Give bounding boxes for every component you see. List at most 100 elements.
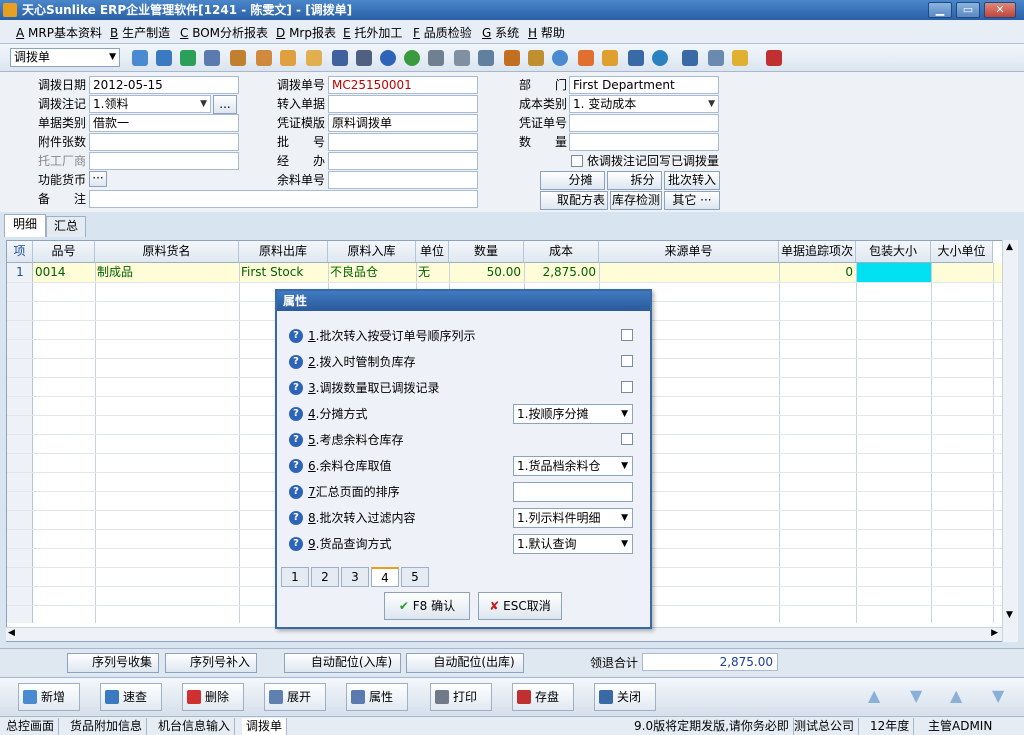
menu-mrp-basic[interactable]: A MRP基本资料 — [16, 24, 102, 41]
option-6-select[interactable]: 1.货品档余料仓 ▼ — [513, 456, 633, 476]
serial-fill-button[interactable]: 序列号补入 — [165, 653, 257, 673]
col-in[interactable]: 原料入库 — [328, 241, 416, 263]
cell-src[interactable] — [601, 263, 777, 282]
cell-unit[interactable]: 无 — [418, 263, 447, 282]
tab-summary[interactable]: 汇总 — [46, 216, 86, 237]
cell-cost[interactable]: 2,875.00 — [524, 263, 596, 282]
cell-in[interactable]: 不良品仓 — [330, 263, 414, 282]
dialog-tab-5[interactable]: 5 — [401, 567, 429, 587]
option-5-checkbox[interactable] — [621, 433, 633, 445]
col-src[interactable]: 来源单号 — [599, 241, 779, 263]
x-box-icon[interactable] — [708, 50, 724, 66]
dialog-tab-2[interactable]: 2 — [311, 567, 339, 587]
home-icon[interactable] — [256, 50, 272, 66]
menu-help[interactable]: H 帮助 — [528, 24, 565, 41]
col-trace[interactable]: 单据追踪项次 — [779, 241, 856, 263]
delete-button[interactable]: 删除 — [182, 683, 244, 711]
key-icon[interactable] — [356, 50, 372, 66]
cell-pack-selected[interactable] — [856, 263, 931, 282]
stock-check-button[interactable]: 库存检测 — [610, 191, 662, 210]
auto-out-button[interactable]: 自动配位(出库) — [406, 653, 524, 673]
cell-trace[interactable]: 0 — [779, 263, 853, 282]
cell-out[interactable]: First Stock — [241, 263, 326, 282]
print-button[interactable]: 打印 — [430, 683, 492, 711]
col-out[interactable]: 原料出库 — [239, 241, 328, 263]
prev-record-icon[interactable]: ▼ — [910, 686, 922, 705]
voucher-no-field[interactable] — [569, 114, 719, 132]
post-select[interactable]: 1.领料 ▼ — [89, 95, 211, 113]
option-3-checkbox[interactable] — [621, 381, 633, 393]
col-name[interactable]: 原料货名 — [95, 241, 239, 263]
book-icon[interactable] — [332, 50, 348, 66]
scroll-right-icon[interactable]: ▶ — [991, 628, 998, 638]
option-2-checkbox[interactable] — [621, 355, 633, 367]
doc-type-select[interactable]: 调拨单 ▼ — [10, 48, 120, 67]
dialog-tab-3[interactable]: 3 — [341, 567, 369, 587]
next-record-icon[interactable]: ▲ — [950, 686, 962, 705]
option-7-input[interactable] — [513, 482, 633, 502]
option-1-checkbox[interactable] — [621, 329, 633, 341]
exit-icon[interactable] — [766, 50, 782, 66]
last-record-icon[interactable]: ▼ — [992, 686, 1004, 705]
option-8-select[interactable]: 1.列示料件明细 ▼ — [513, 508, 633, 528]
col-idx[interactable]: 项 — [7, 241, 33, 263]
billtype-field[interactable]: 借款一 — [89, 114, 239, 132]
copy-icon[interactable] — [478, 50, 494, 66]
menu-production[interactable]: B 生产制造 — [110, 24, 170, 41]
quick-search-button[interactable]: 速查 — [100, 683, 162, 711]
voucher-tpl-field[interactable]: 原料调拨单 — [328, 114, 478, 132]
disassemble-button[interactable]: 拆分 — [607, 171, 662, 190]
close-button[interactable]: 关闭 — [594, 683, 656, 711]
tool-icon-1[interactable] — [132, 50, 148, 66]
col-pack[interactable]: 包装大小 — [856, 241, 931, 263]
box-icon[interactable] — [528, 50, 544, 66]
col-size-unit[interactable]: 大小单位 — [931, 241, 993, 263]
costtype-select[interactable]: 1. 变动成本 ▼ — [569, 95, 719, 113]
check-icon[interactable] — [552, 50, 568, 66]
first-record-icon[interactable]: ▲ — [868, 686, 880, 705]
grid-icon[interactable] — [504, 50, 520, 66]
no-field[interactable]: MC25150001 — [328, 76, 478, 94]
cascade-icon[interactable] — [732, 50, 748, 66]
vertical-scrollbar[interactable]: ▲ ▼ — [1002, 240, 1018, 642]
briefcase-icon[interactable] — [230, 50, 246, 66]
post-browse-button[interactable]: ... — [213, 95, 237, 114]
cell-size-unit[interactable] — [933, 263, 991, 282]
qty-field[interactable] — [569, 133, 719, 151]
close-window-button[interactable]: ✕ — [984, 2, 1016, 18]
properties-button[interactable]: 属性 — [346, 683, 408, 711]
help-icon[interactable] — [380, 50, 396, 66]
add-button[interactable]: 新增 — [18, 683, 80, 711]
sitemap-icon[interactable] — [602, 50, 618, 66]
horizontal-scrollbar[interactable]: ◀ ▶ — [6, 627, 1002, 641]
refresh-icon[interactable] — [652, 50, 668, 66]
menu-bom-report[interactable]: C BOM分析报表 — [180, 24, 268, 41]
col-cost[interactable]: 成本 — [524, 241, 599, 263]
maximize-button[interactable]: ▭ — [956, 2, 980, 18]
col-unit[interactable]: 单位 — [416, 241, 449, 263]
minimize-button[interactable]: ▁ — [928, 2, 952, 18]
handler-field[interactable] — [328, 152, 478, 170]
date-field[interactable]: 2012-05-15 — [89, 76, 239, 94]
dialog-tab-1[interactable]: 1 — [281, 567, 309, 587]
col-code[interactable]: 品号 — [33, 241, 95, 263]
window-icon[interactable] — [682, 50, 698, 66]
save-button[interactable]: 存盘 — [512, 683, 574, 711]
monitor-icon[interactable] — [156, 50, 172, 66]
cancel-button[interactable]: ✘ ESC取消 — [478, 592, 562, 620]
money-icon[interactable] — [404, 50, 420, 66]
tg-field[interactable] — [89, 152, 239, 170]
cart-icon[interactable] — [454, 50, 470, 66]
transfer-icon[interactable] — [628, 50, 644, 66]
batch-field[interactable] — [328, 133, 478, 151]
option-9-select[interactable]: 1.默认查询 ▼ — [513, 534, 633, 554]
menu-quality[interactable]: F 品质检验 — [413, 24, 472, 41]
scroll-up-icon[interactable]: ▲ — [1006, 242, 1013, 252]
cell-qty[interactable]: 50.00 — [449, 263, 521, 282]
status-tab-transfer[interactable]: 调拨单 — [242, 718, 288, 735]
scroll-left-icon[interactable]: ◀ — [8, 628, 15, 638]
dept-field[interactable]: First Department — [569, 76, 719, 94]
doc-icon[interactable] — [428, 50, 444, 66]
split-button[interactable]: 分摊 — [540, 171, 605, 190]
tab-detail[interactable]: 明细 — [4, 214, 46, 237]
